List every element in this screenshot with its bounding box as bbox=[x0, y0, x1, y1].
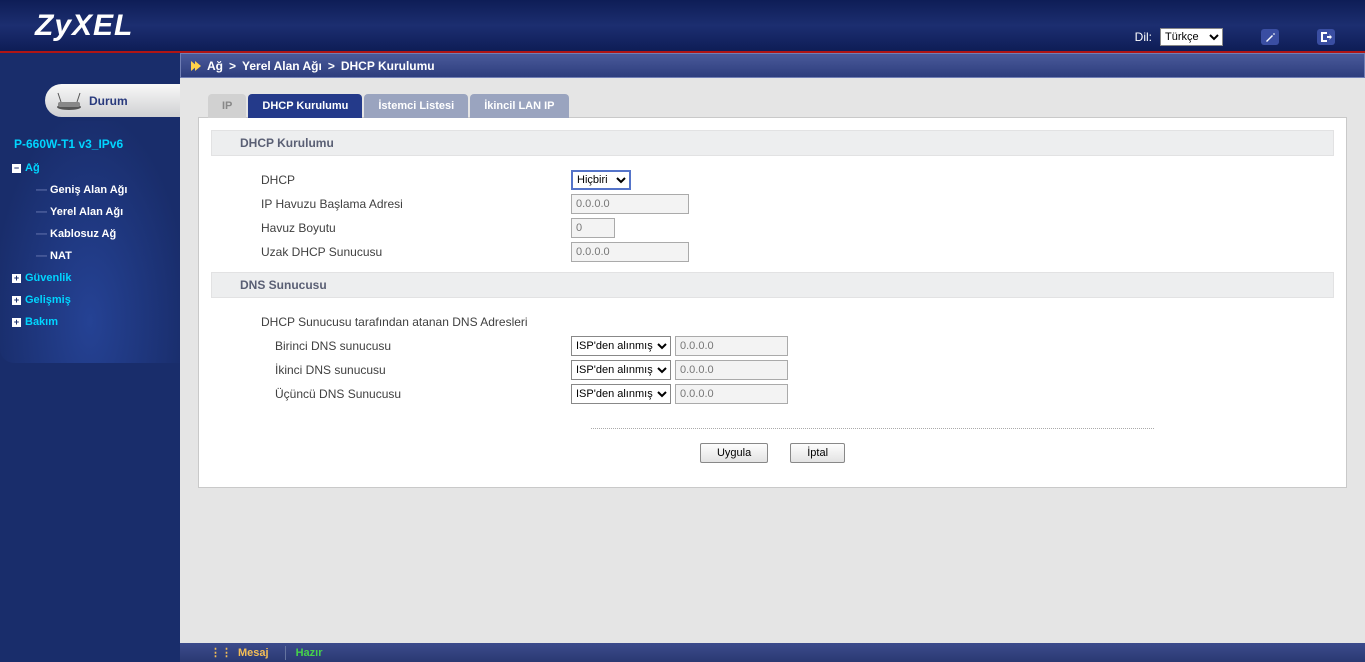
remote-dhcp-input[interactable] bbox=[571, 242, 689, 262]
nav-advanced[interactable]: +Gelişmiş bbox=[12, 289, 180, 311]
collapse-icon: − bbox=[12, 164, 21, 173]
breadcrumb-sep: > bbox=[328, 59, 335, 73]
pool-size-input[interactable] bbox=[571, 218, 615, 238]
tab-client-list[interactable]: İstemci Listesi bbox=[364, 94, 468, 118]
pool-start-label: IP Havuzu Başlama Adresi bbox=[211, 197, 571, 211]
expand-icon: + bbox=[12, 318, 21, 327]
statusbar-status: Hazır bbox=[296, 647, 323, 659]
dns-assigned-label: DHCP Sunucusu tarafından atanan DNS Adre… bbox=[211, 310, 1334, 334]
language-select[interactable]: Türkçe bbox=[1160, 28, 1223, 46]
status-tab[interactable]: Durum bbox=[45, 84, 180, 117]
dns1-input[interactable] bbox=[675, 336, 788, 356]
modem-icon bbox=[55, 91, 83, 111]
nav-wireless[interactable]: Kablosuz Ağ bbox=[36, 223, 180, 245]
nav-tree: P-660W-T1 v3_IPv6 −Ağ Geniş Alan Ağı Yer… bbox=[0, 121, 180, 363]
content-area: IP DHCP Kurulumu İstemci Listesi İkincil… bbox=[180, 78, 1365, 662]
button-row: Uygula İptal bbox=[211, 443, 1334, 463]
tab-strip: IP DHCP Kurulumu İstemci Listesi İkincil… bbox=[208, 94, 1347, 118]
breadcrumb-p2: Yerel Alan Ağı bbox=[242, 59, 322, 73]
header-right: Dil: Türkçe bbox=[1135, 28, 1335, 46]
dns3-label: Üçüncü DNS Sunucusu bbox=[211, 387, 571, 401]
model-label: P-660W-T1 v3_IPv6 bbox=[12, 131, 180, 157]
settings-panel: DHCP Kurulumu DHCP Hiçbiri IP Havuzu Baş… bbox=[198, 117, 1347, 488]
nav-security[interactable]: +Güvenlik bbox=[12, 267, 180, 289]
breadcrumb: Ağ > Yerel Alan Ağı > DHCP Kurulumu bbox=[180, 53, 1365, 78]
logo: ZyXEL bbox=[35, 9, 133, 43]
dhcp-mode-select[interactable]: Hiçbiri bbox=[571, 170, 631, 190]
nav-maintenance[interactable]: +Bakım bbox=[12, 311, 180, 333]
apply-button[interactable]: Uygula bbox=[700, 443, 768, 463]
pool-size-label: Havuz Boyutu bbox=[211, 221, 571, 235]
dns3-source-select[interactable]: ISP'den alınmış bbox=[571, 384, 671, 404]
sidebar: Durum P-660W-T1 v3_IPv6 −Ağ Geniş Alan A… bbox=[0, 78, 180, 662]
expand-icon: + bbox=[12, 296, 21, 305]
tab-dhcp-setup[interactable]: DHCP Kurulumu bbox=[248, 94, 362, 118]
wizard-icon[interactable] bbox=[1261, 29, 1279, 45]
dns1-label: Birinci DNS sunucusu bbox=[211, 339, 571, 353]
nav-wan[interactable]: Geniş Alan Ağı bbox=[36, 179, 180, 201]
dns1-source-select[interactable]: ISP'den alınmış bbox=[571, 336, 671, 356]
remote-dhcp-label: Uzak DHCP Sunucusu bbox=[211, 245, 571, 259]
status-tab-label: Durum bbox=[89, 94, 128, 108]
cancel-button[interactable]: İptal bbox=[790, 443, 845, 463]
lang-label: Dil: bbox=[1135, 30, 1152, 44]
breadcrumb-p1: Ağ bbox=[207, 59, 223, 73]
logout-icon[interactable] bbox=[1317, 29, 1335, 45]
status-bar: Mesaj Hazır bbox=[180, 643, 1365, 662]
breadcrumb-p3: DHCP Kurulumu bbox=[341, 59, 435, 73]
nav-lan[interactable]: Yerel Alan Ağı bbox=[36, 201, 180, 223]
app-header: ZyXEL Dil: Türkçe bbox=[0, 0, 1365, 53]
dns2-label: İkinci DNS sunucusu bbox=[211, 363, 571, 377]
dns2-source-select[interactable]: ISP'den alınmış bbox=[571, 360, 671, 380]
dns3-input[interactable] bbox=[675, 384, 788, 404]
pool-start-input[interactable] bbox=[571, 194, 689, 214]
separator bbox=[591, 428, 1154, 429]
statusbar-divider bbox=[285, 646, 286, 660]
nav-network[interactable]: −Ağ bbox=[12, 157, 180, 179]
tab-secondary-lan[interactable]: İkincil LAN IP bbox=[470, 94, 568, 118]
breadcrumb-icon bbox=[191, 61, 201, 71]
breadcrumb-sep: > bbox=[229, 59, 236, 73]
statusbar-label: Mesaj bbox=[180, 646, 275, 659]
expand-icon: + bbox=[12, 274, 21, 283]
section-dns-header: DNS Sunucusu bbox=[211, 272, 1334, 298]
tab-ip[interactable]: IP bbox=[208, 94, 246, 118]
dhcp-label: DHCP bbox=[211, 173, 571, 187]
nav-nat[interactable]: NAT bbox=[36, 245, 180, 267]
section-dhcp-header: DHCP Kurulumu bbox=[211, 130, 1334, 156]
dns2-input[interactable] bbox=[675, 360, 788, 380]
